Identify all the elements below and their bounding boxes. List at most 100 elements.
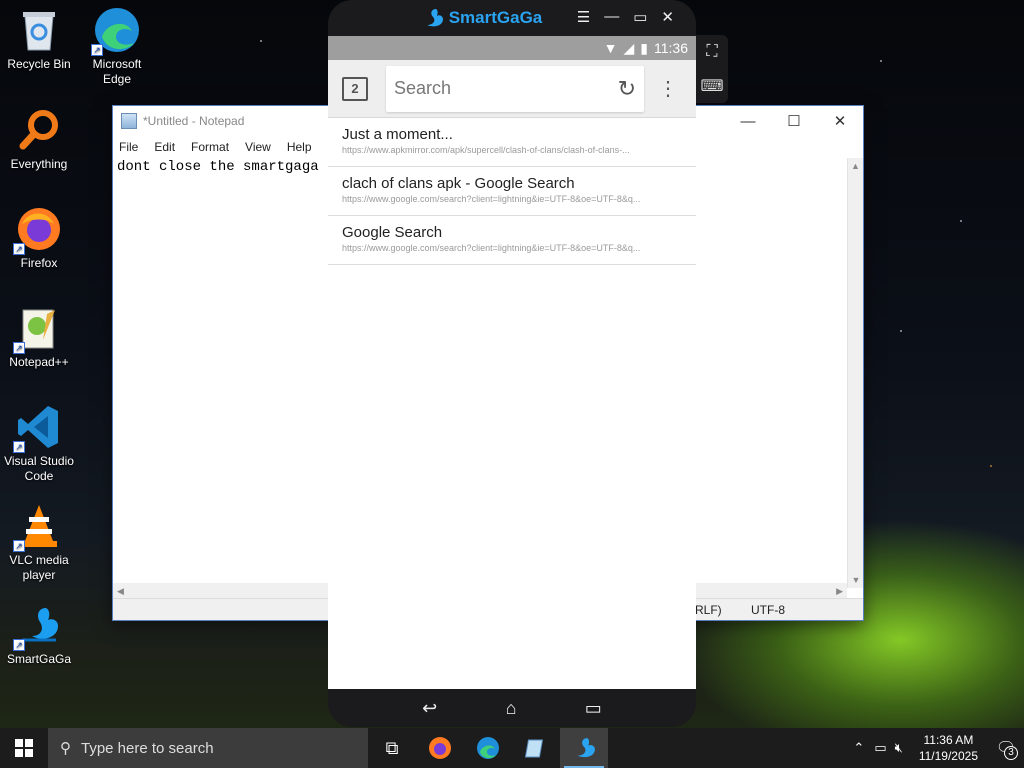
desktop-icon-label: SmartGaGa bbox=[6, 652, 72, 666]
maximize-icon[interactable]: ▭ bbox=[633, 8, 647, 26]
minimize-button[interactable]: — bbox=[725, 106, 771, 136]
home-icon[interactable]: ⌂ bbox=[506, 698, 517, 719]
android-status-bar: ▼ ◢ ▮ 11:36 bbox=[328, 36, 696, 60]
menu-view[interactable]: View bbox=[245, 140, 271, 154]
network-icon[interactable]: ▭ bbox=[874, 740, 886, 756]
menu-format[interactable]: Format bbox=[191, 140, 229, 154]
battery-icon: ▮ bbox=[640, 39, 648, 56]
volume-muted-icon[interactable]: 🔇︎ bbox=[895, 740, 903, 756]
scroll-left-icon[interactable]: ◀ bbox=[117, 586, 124, 596]
suggestion-url: https://www.apkmirror.com/apk/supercell/… bbox=[342, 145, 630, 155]
desktop-icon-vlc[interactable]: ↗ VLC media player bbox=[0, 502, 78, 583]
smartgaga-window[interactable]: SmartGaGa ☰ — ▭ ✕ ▼ ◢ ▮ 11:36 2 ↻ ⋮ Just… bbox=[328, 0, 696, 727]
desktop-icon-everything[interactable]: Everything bbox=[0, 106, 78, 172]
clock-time: 11:36 AM bbox=[923, 733, 974, 747]
vertical-scrollbar[interactable]: ▲ ▼ bbox=[847, 158, 863, 588]
emulator-side-toolbar: ⛶ ⌨ bbox=[696, 35, 728, 103]
android-nav-bar: ↩ ⌂ ▭ bbox=[328, 689, 696, 727]
close-button[interactable]: ✕ bbox=[817, 106, 863, 136]
desktop-icon-label: VLC media player bbox=[9, 553, 69, 582]
notepad-plus-plus-icon: ↗ bbox=[13, 304, 63, 354]
suggestion-title: Google Search bbox=[342, 224, 443, 241]
clock[interactable]: 11:36 AM 11/19/2025 bbox=[919, 732, 978, 764]
search-icon: ⚲ bbox=[60, 740, 71, 757]
hamburger-menu-icon[interactable]: ☰ bbox=[577, 8, 590, 26]
menu-help[interactable]: Help bbox=[287, 140, 312, 154]
task-view-button[interactable]: ⧉ bbox=[368, 728, 416, 768]
notepad-title: *Untitled - Notepad bbox=[143, 114, 245, 128]
scroll-down-icon[interactable]: ▼ bbox=[848, 572, 864, 588]
android-screen[interactable]: ▼ ◢ ▮ 11:36 2 ↻ ⋮ Just a moment... https… bbox=[328, 36, 696, 689]
taskbar-edge[interactable] bbox=[464, 728, 512, 768]
desktop-icon-label: Everything bbox=[10, 157, 68, 171]
smartgaga-logo: SmartGaGa bbox=[422, 8, 543, 28]
maximize-button[interactable]: ☐ bbox=[771, 106, 817, 136]
desktop-icon-label: Microsoft Edge bbox=[92, 57, 142, 86]
suggestion-item[interactable]: Google Search https://www.google.com/sea… bbox=[328, 216, 696, 265]
recents-icon[interactable]: ▭ bbox=[585, 698, 602, 719]
suggestion-item[interactable]: clach of clans apk - Google Search https… bbox=[328, 167, 696, 216]
desktop-icon-smartgaga[interactable]: ↗ SmartGaGa bbox=[0, 601, 78, 667]
smartgaga-titlebar[interactable]: SmartGaGa ☰ — ▭ ✕ bbox=[328, 0, 696, 36]
notification-count: 3 bbox=[1004, 746, 1018, 760]
notepad-icon bbox=[525, 739, 544, 758]
back-icon[interactable]: ↩ bbox=[422, 698, 437, 719]
suggestion-title: clach of clans apk - Google Search bbox=[342, 175, 575, 192]
suggestion-item[interactable]: Just a moment... https://www.apkmirror.c… bbox=[328, 118, 696, 167]
desktop-icon-label: Visual Studio Code bbox=[4, 454, 74, 483]
taskbar-search-box[interactable]: ⚲ bbox=[48, 728, 368, 768]
browser-search-input[interactable] bbox=[394, 78, 594, 99]
everything-icon bbox=[15, 106, 63, 154]
edge-icon bbox=[477, 737, 499, 759]
desktop-icon-vscode[interactable]: ↗ Visual Studio Code bbox=[0, 403, 78, 484]
desktop-icon-notepad-plus-plus[interactable]: ↗ Notepad++ bbox=[0, 304, 78, 370]
overflow-menu-icon[interactable]: ⋮ bbox=[658, 79, 678, 99]
notification-center-button[interactable]: 🗨︎ 3 bbox=[988, 728, 1024, 768]
desktop-icon-label: Firefox bbox=[20, 256, 58, 270]
scroll-right-icon[interactable]: ▶ bbox=[836, 583, 843, 599]
taskbar: ⚲ ⧉ ⌃ ▭ 🔇︎ 11:36 AM 11/19/2025 🗨︎ 3 bbox=[0, 728, 1024, 768]
suggestion-title: Just a moment... bbox=[342, 126, 453, 143]
close-icon[interactable]: ✕ bbox=[661, 8, 674, 26]
desktop-icon-edge[interactable]: ↗ Microsoft Edge bbox=[78, 6, 156, 87]
smartgaga-brand: SmartGaGa bbox=[448, 8, 543, 27]
encoding-status: UTF-8 bbox=[751, 603, 785, 617]
desktop-icon-firefox[interactable]: ↗ Firefox bbox=[0, 205, 78, 271]
firefox-icon bbox=[429, 737, 451, 759]
notepad-icon bbox=[121, 113, 137, 129]
windows-logo-icon bbox=[15, 739, 33, 757]
taskbar-firefox[interactable] bbox=[416, 728, 464, 768]
smartgaga-icon bbox=[577, 738, 595, 758]
suggestion-url: https://www.google.com/search?client=lig… bbox=[342, 243, 641, 253]
minimize-icon[interactable]: — bbox=[604, 8, 619, 26]
vscode-icon: ↗ bbox=[13, 403, 63, 453]
suggestion-url: https://www.google.com/search?client=lig… bbox=[342, 194, 641, 204]
taskbar-smartgaga[interactable] bbox=[560, 728, 608, 768]
maximize-icon: ☐ bbox=[787, 113, 801, 130]
edge-icon: ↗ bbox=[91, 6, 141, 56]
menu-edit[interactable]: Edit bbox=[154, 140, 175, 154]
firefox-icon: ↗ bbox=[13, 205, 63, 255]
reload-icon[interactable]: ↻ bbox=[618, 76, 636, 102]
wifi-icon: ▼ bbox=[603, 40, 618, 56]
task-view-icon: ⧉ bbox=[385, 737, 399, 758]
chevron-up-icon[interactable]: ⌃ bbox=[853, 740, 864, 756]
scroll-up-icon[interactable]: ▲ bbox=[848, 158, 863, 174]
tab-count-button[interactable]: 2 bbox=[342, 76, 368, 101]
fullscreen-icon[interactable]: ⛶ bbox=[696, 35, 728, 69]
keyboard-icon[interactable]: ⌨ bbox=[696, 69, 728, 103]
desktop-icon-recycle-bin[interactable]: Recycle Bin bbox=[0, 6, 78, 72]
signal-icon: ◢ bbox=[623, 39, 635, 56]
menu-file[interactable]: File bbox=[119, 140, 138, 154]
taskbar-notepad[interactable] bbox=[512, 728, 560, 768]
clock-date: 11/19/2025 bbox=[918, 749, 978, 763]
start-button[interactable] bbox=[0, 728, 48, 768]
smartgaga-swan-icon bbox=[426, 9, 443, 27]
taskbar-search-input[interactable] bbox=[81, 739, 341, 757]
browser-search-box[interactable]: ↻ bbox=[386, 65, 644, 112]
desktop-icon-label: Notepad++ bbox=[9, 355, 69, 369]
browser-toolbar: 2 ↻ ⋮ bbox=[328, 60, 696, 118]
desktop-icon-label: Recycle Bin bbox=[7, 57, 71, 71]
recycle-bin-icon bbox=[15, 6, 63, 54]
line-ending-status: RLF) bbox=[695, 603, 722, 617]
